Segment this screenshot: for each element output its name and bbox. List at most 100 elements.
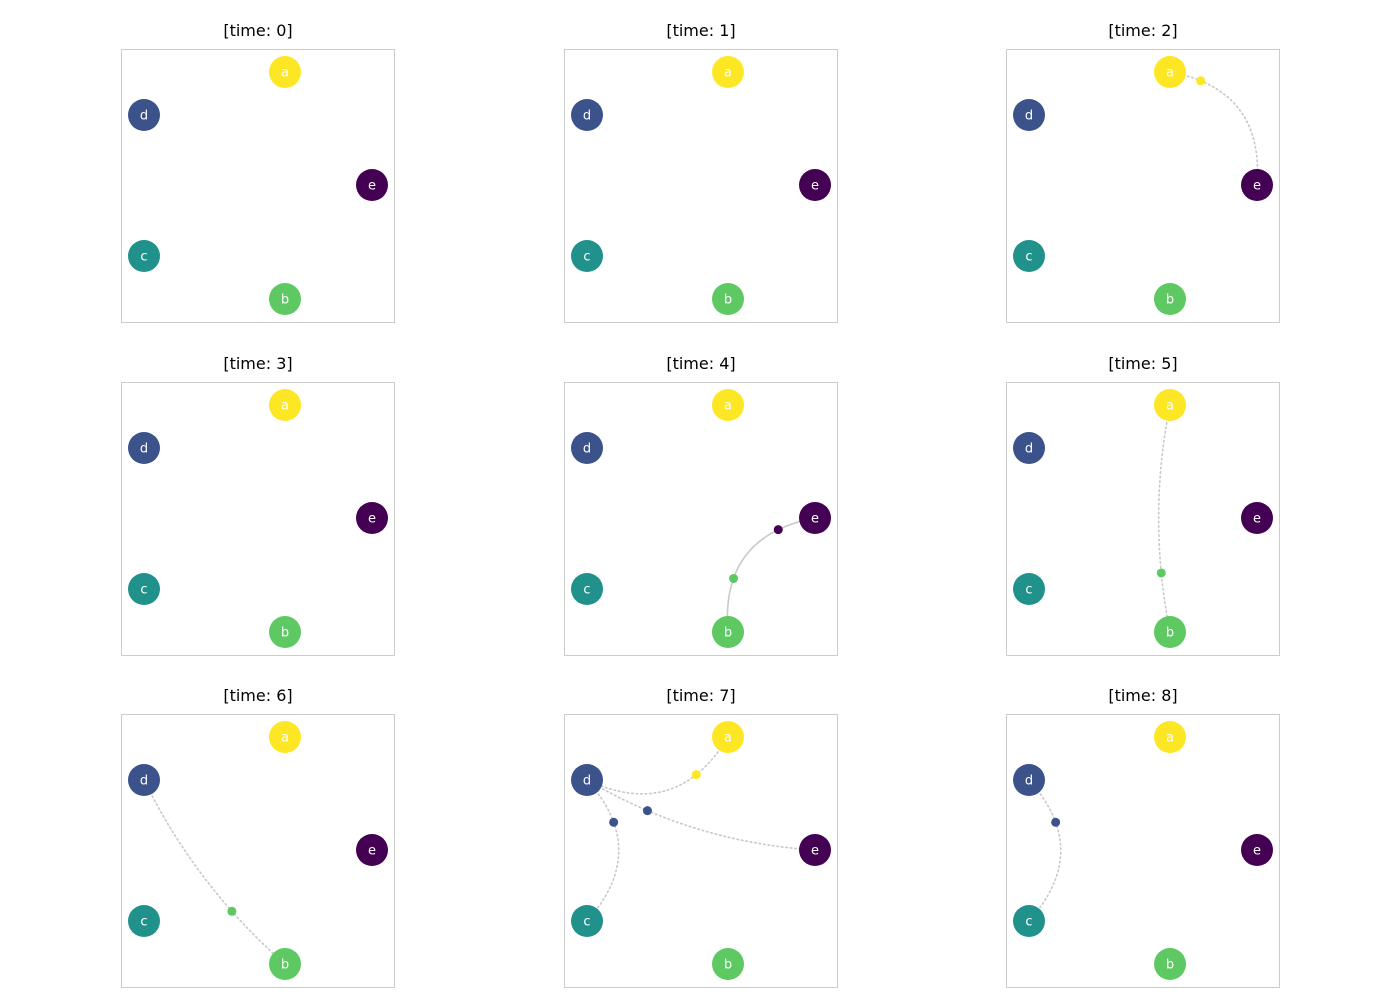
- panel-title: [time: 4]: [666, 354, 736, 373]
- node-label: a: [724, 66, 732, 81]
- node-label: d: [1025, 774, 1033, 789]
- node-e: e: [1241, 169, 1273, 201]
- node-label: b: [1166, 293, 1174, 308]
- network-graph: a b c d e: [571, 721, 831, 980]
- node-d: d: [128, 432, 160, 464]
- node-label: d: [583, 774, 591, 789]
- node-c: c: [571, 905, 603, 937]
- node-label: e: [811, 512, 819, 527]
- node-c: c: [1013, 240, 1045, 272]
- message-dot: [1196, 76, 1206, 86]
- node-label: b: [724, 626, 732, 641]
- node-label: a: [724, 731, 732, 746]
- node-label: e: [368, 512, 376, 527]
- node-c: c: [128, 240, 160, 272]
- network-graph: a b c d e: [571, 56, 831, 315]
- node-e: e: [356, 169, 388, 201]
- node-label: d: [1025, 442, 1033, 457]
- panel-title: [time: 2]: [1108, 21, 1178, 40]
- node-a: a: [269, 721, 301, 753]
- node-e: e: [799, 502, 831, 534]
- panel-title: [time: 7]: [666, 686, 736, 705]
- node-a: a: [269, 56, 301, 88]
- message-edge-a-d: [586, 736, 729, 795]
- message-edge-d-c: [1028, 779, 1062, 922]
- message-edge-d-c: [586, 779, 620, 922]
- node-label: d: [140, 109, 148, 124]
- node-label: b: [1166, 958, 1174, 973]
- node-label: a: [1166, 731, 1174, 746]
- node-a: a: [712, 721, 744, 753]
- node-label: a: [724, 399, 732, 414]
- node-d: d: [128, 764, 160, 796]
- node-e: e: [1241, 502, 1273, 534]
- node-d: d: [571, 432, 603, 464]
- node-d: d: [128, 99, 160, 131]
- node-label: e: [1253, 179, 1261, 194]
- node-label: a: [1166, 399, 1174, 414]
- node-c: c: [1013, 905, 1045, 937]
- node-e: e: [356, 834, 388, 866]
- node-d: d: [1013, 764, 1045, 796]
- node-d: d: [571, 99, 603, 131]
- message-dot: [691, 770, 701, 780]
- node-label: d: [140, 774, 148, 789]
- node-label: e: [1253, 844, 1261, 859]
- node-b: b: [1154, 283, 1186, 315]
- node-label: b: [1166, 626, 1174, 641]
- panel-title: [time: 8]: [1108, 686, 1178, 705]
- node-b: b: [269, 283, 301, 315]
- message-edge-d-e: [586, 779, 816, 851]
- node-b: b: [269, 948, 301, 980]
- message-dot: [1156, 568, 1166, 578]
- message-edge-a-e: [1169, 71, 1259, 186]
- node-a: a: [712, 56, 744, 88]
- panel-title: [time: 6]: [223, 686, 293, 705]
- node-label: e: [368, 844, 376, 859]
- node-e: e: [799, 169, 831, 201]
- node-label: d: [583, 442, 591, 457]
- network-graph: a b c d e: [1013, 389, 1273, 648]
- message-edge-d-b: [143, 779, 286, 965]
- node-a: a: [1154, 721, 1186, 753]
- node-d: d: [1013, 432, 1045, 464]
- node-d: d: [571, 764, 603, 796]
- node-label: c: [1025, 583, 1032, 598]
- node-label: c: [140, 250, 147, 265]
- message-edge-e-b: [726, 517, 816, 633]
- node-c: c: [571, 240, 603, 272]
- message-dot: [642, 806, 652, 816]
- network-graph: a b c d e: [128, 56, 388, 315]
- node-label: a: [281, 66, 289, 81]
- network-graph: a b c d e: [1013, 721, 1273, 980]
- node-label: c: [1025, 250, 1032, 265]
- node-b: b: [712, 283, 744, 315]
- network-graph: a b c d e: [1013, 56, 1273, 315]
- node-label: d: [1025, 109, 1033, 124]
- node-label: e: [811, 844, 819, 859]
- node-label: b: [724, 293, 732, 308]
- node-b: b: [712, 948, 744, 980]
- node-label: a: [1166, 66, 1174, 81]
- node-c: c: [571, 573, 603, 605]
- message-dot: [609, 817, 619, 827]
- node-label: e: [368, 179, 376, 194]
- node-c: c: [128, 573, 160, 605]
- network-graph: a b c d e: [128, 721, 388, 980]
- node-label: d: [140, 442, 148, 457]
- node-label: b: [281, 958, 289, 973]
- node-a: a: [712, 389, 744, 421]
- node-a: a: [269, 389, 301, 421]
- node-label: c: [583, 915, 590, 930]
- network-graph: a b c d e: [128, 389, 388, 648]
- node-label: a: [281, 399, 289, 414]
- node-label: a: [281, 731, 289, 746]
- node-label: c: [1025, 915, 1032, 930]
- panel-title: [time: 5]: [1108, 354, 1178, 373]
- node-a: a: [1154, 389, 1186, 421]
- node-label: d: [583, 109, 591, 124]
- node-c: c: [1013, 573, 1045, 605]
- message-dot: [729, 573, 739, 583]
- node-e: e: [1241, 834, 1273, 866]
- message-dot: [227, 906, 237, 916]
